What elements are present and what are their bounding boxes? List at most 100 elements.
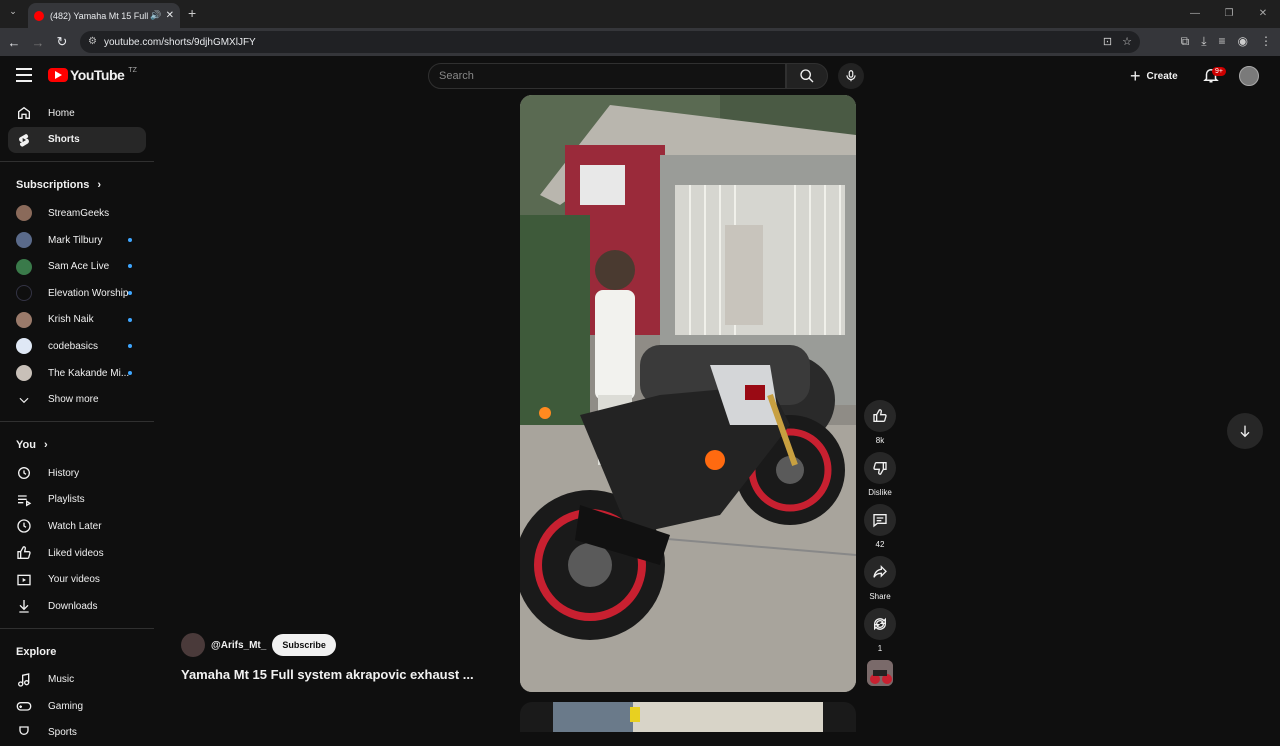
voice-search-button[interactable] — [838, 63, 864, 89]
section-title: Subscriptions — [16, 179, 90, 192]
video-frame-motorcycle — [520, 95, 856, 692]
youtube-favicon-icon — [34, 10, 44, 21]
like-action: 8k — [863, 400, 897, 446]
channel-avatar — [16, 232, 32, 249]
profile-icon[interactable]: ◉ — [1238, 34, 1248, 49]
toolbar-extensions: ⧉ ⤓ ≡ ◉ ⋮ — [1181, 34, 1272, 49]
extensions-icon[interactable]: ⧉ — [1181, 34, 1190, 49]
sound-thumbnail-image — [867, 660, 893, 686]
new-content-dot — [128, 317, 132, 322]
search-button[interactable] — [786, 63, 828, 89]
sidebar-channel-streamgeeks[interactable]: StreamGeeks — [0, 200, 154, 227]
create-button[interactable]: + Create — [1130, 64, 1178, 88]
dislike-button[interactable] — [864, 452, 896, 484]
sidebar-item-home[interactable]: Home — [0, 100, 154, 127]
install-app-icon[interactable]: ⊡ — [1103, 35, 1112, 48]
like-button[interactable] — [864, 400, 896, 432]
youtube-logo[interactable]: YouTube TZ — [48, 67, 137, 83]
downloads-icon[interactable]: ⤓ — [1201, 34, 1206, 49]
chevron-right-icon: › — [97, 179, 102, 192]
sidebar-item-label: Home — [48, 107, 75, 119]
tab-close-icon[interactable]: ✕ — [166, 10, 174, 21]
sidebar-item-gaming[interactable]: Gaming — [0, 693, 154, 720]
divider — [0, 420, 154, 422]
show-more-button[interactable]: Show more — [0, 386, 154, 413]
remix-action: 1 — [863, 608, 897, 654]
forward-button[interactable]: → — [26, 35, 50, 50]
sidebar-channel-mark-tilbury[interactable]: Mark Tilbury — [0, 227, 154, 254]
channel-avatar — [16, 338, 32, 355]
search-input[interactable] — [439, 64, 785, 88]
media-controls-icon[interactable]: ≡ — [1219, 34, 1226, 49]
tab-title: (482) Yamaha Mt 15 Full sys — [50, 10, 149, 21]
dislike-action: Dislike — [863, 452, 897, 498]
address-bar[interactable]: ⚙ youtube.com/shorts/9djhGMXlJFY ⊡ ☆ — [80, 31, 1140, 53]
sidebar-channel-sam-ace-live[interactable]: Sam Ace Live — [0, 253, 154, 280]
channel-handle[interactable]: @Arifs_Mt_ — [211, 640, 266, 651]
remix-button[interactable] — [864, 608, 896, 640]
tab-search-button[interactable]: ⌄ — [6, 6, 20, 20]
search-box — [428, 63, 786, 89]
thumbs-up-icon — [873, 409, 887, 423]
reload-button[interactable]: ↻ — [50, 34, 74, 50]
subscriptions-header[interactable]: Subscriptions › — [0, 170, 154, 200]
sidebar-item-shorts[interactable]: Shorts — [8, 126, 146, 154]
next-short-preview[interactable] — [520, 702, 856, 732]
logo-text: YouTube — [70, 67, 125, 83]
sidebar-item-music[interactable]: Music — [0, 667, 154, 694]
chevron-down-icon — [16, 392, 32, 408]
short-title[interactable]: Yamaha Mt 15 Full system akrapovic exhau… — [181, 667, 481, 682]
back-button[interactable]: ← — [2, 35, 26, 50]
sidebar-item-sports[interactable]: Sports — [0, 720, 154, 746]
download-icon — [16, 598, 32, 614]
sidebar-item-watch-later[interactable]: Watch Later — [0, 513, 154, 540]
bookmark-star-icon[interactable]: ☆ — [1122, 35, 1132, 48]
window-close-button[interactable]: ✕ — [1246, 0, 1280, 28]
sidebar-item-downloads[interactable]: Downloads — [0, 593, 154, 620]
sidebar-channel-kakande[interactable]: The Kakande Mi... — [0, 360, 154, 387]
restore-button[interactable]: ❐ — [1212, 0, 1246, 28]
sidebar-item-liked-videos[interactable]: Liked videos — [0, 540, 154, 567]
comments-button[interactable] — [864, 504, 896, 536]
sidebar: Home Shorts Subscriptions › StreamGeeks … — [0, 100, 154, 746]
short-actions: 8k Dislike 42 Share 1 — [863, 400, 897, 686]
audio-source-thumbnail[interactable] — [867, 660, 893, 686]
sidebar-channel-krish-naik[interactable]: Krish Naik — [0, 307, 154, 334]
share-button[interactable] — [864, 556, 896, 588]
explore-header: Explore — [0, 637, 154, 667]
channel-avatar[interactable] — [181, 633, 205, 657]
sidebar-item-label: Playlists — [48, 494, 85, 506]
home-icon — [16, 105, 32, 121]
channel-name: StreamGeeks — [48, 207, 110, 219]
browser-menu-icon[interactable]: ⋮ — [1260, 34, 1272, 49]
sidebar-item-label: Shorts — [48, 134, 80, 146]
guide-menu-icon[interactable] — [16, 68, 32, 82]
music-icon — [16, 672, 32, 688]
next-video-button[interactable] — [1227, 413, 1263, 449]
channel-avatar — [16, 258, 32, 275]
gaming-icon — [16, 698, 32, 714]
sidebar-channel-elevation-worship[interactable]: Elevation Worship — [0, 280, 154, 307]
channel-row: @Arifs_Mt_ Subscribe — [181, 633, 481, 657]
share-action: Share — [863, 556, 897, 602]
channel-name: Mark Tilbury — [48, 234, 103, 246]
audio-playing-icon[interactable]: 🔊 — [150, 10, 161, 21]
sidebar-item-your-videos[interactable]: Your videos — [0, 566, 154, 593]
you-header[interactable]: You › — [0, 430, 154, 460]
country-code: TZ — [128, 66, 137, 74]
site-info-icon[interactable]: ⚙ — [88, 36, 97, 47]
sidebar-item-history[interactable]: History — [0, 460, 154, 487]
sidebar-item-playlists[interactable]: Playlists — [0, 487, 154, 514]
browser-tab[interactable]: (482) Yamaha Mt 15 Full sys 🔊 ✕ — [28, 3, 180, 28]
new-tab-button[interactable]: + — [188, 6, 196, 20]
new-content-dot — [128, 344, 132, 349]
plus-icon: + — [1130, 65, 1141, 86]
microphone-icon — [846, 70, 856, 82]
sidebar-channel-codebasics[interactable]: codebasics — [0, 333, 154, 360]
minimize-button[interactable]: — — [1178, 0, 1212, 28]
watch-later-icon — [16, 518, 32, 534]
account-avatar[interactable] — [1239, 66, 1259, 86]
short-video-player[interactable] — [520, 95, 856, 692]
notification-badge: 9+ — [1212, 67, 1226, 76]
subscribe-button[interactable]: Subscribe — [272, 634, 336, 656]
